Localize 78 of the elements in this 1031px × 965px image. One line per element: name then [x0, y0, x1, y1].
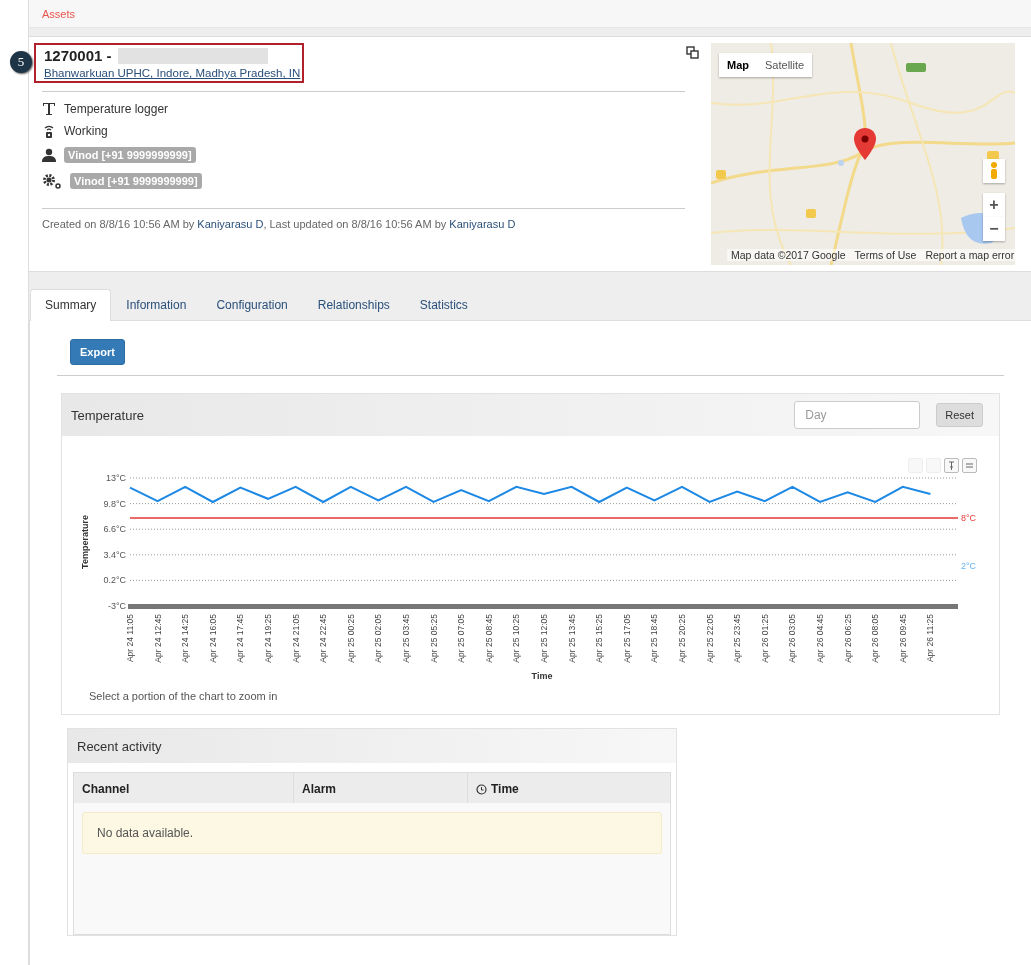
chart-hint: Select a portion of the chart to zoom in	[88, 690, 279, 704]
detail-text: Working	[64, 124, 108, 138]
map-link[interactable]: Report a map error	[925, 249, 1015, 261]
x-tick-label: Apr 26 09:45	[897, 614, 908, 663]
map-type-button[interactable]: Map	[719, 53, 757, 77]
street-view-icon[interactable]	[983, 159, 1005, 183]
gears-icon	[42, 173, 62, 189]
panel-title: Recent activity	[77, 738, 163, 754]
x-tick-label: Apr 26 01:25	[759, 614, 770, 663]
contact-badge: Vinod [+91 9999999999]	[70, 173, 202, 189]
audit-text: Created on 8/8/16 10:56 AM by Kaniyarasu D, Last updated on 8/8/16 10:56 AM by Kaniyarasu D	[41, 218, 517, 230]
contact-badge: Vinod [+91 9999999999]	[64, 147, 196, 163]
map-pin-icon	[854, 128, 876, 160]
x-tick-label: Apr 24 11:05	[125, 614, 135, 663]
reset-button[interactable]: Reset	[936, 403, 983, 427]
tab[interactable]: Relationships	[302, 289, 405, 321]
x-tick-label: Apr 24 16:05	[207, 614, 218, 663]
map-attribution: Map data ©2017 Google	[731, 249, 846, 261]
x-tick-label: Apr 25 17:05	[621, 614, 632, 663]
axis-title: Temperature	[80, 515, 90, 569]
tab[interactable]: Statistics	[404, 289, 483, 321]
threshold-label: 8°C	[961, 513, 977, 523]
x-tick-label: Apr 25 08:45	[483, 614, 494, 663]
export-button[interactable]: Export	[70, 339, 125, 365]
x-tick-label: Apr 25 00:25	[345, 614, 356, 663]
x-tick-label: Apr 26 08:05	[870, 614, 881, 663]
x-tick-label: Apr 24 22:45	[318, 614, 329, 663]
x-tick-label: Apr 24 17:45	[235, 614, 246, 663]
x-tick-label: Apr 25 02:05	[373, 614, 384, 663]
panel-title: Temperature	[71, 407, 145, 423]
tab[interactable]: Information	[111, 289, 202, 321]
x-tick-label: Apr 26 04:45	[815, 614, 825, 663]
x-tick-label: Apr 24 12:45	[152, 614, 163, 663]
asset-title: 1270001 -	[44, 47, 112, 64]
x-tick-label: Apr 25 15:25	[594, 614, 605, 663]
y-tick-label: 9.8°C	[103, 498, 126, 509]
tab[interactable]: Configuration	[201, 289, 303, 321]
x-tick-label: Apr 25 20:25	[677, 614, 687, 663]
y-tick-label: 3.4°C	[103, 549, 126, 560]
text-type-icon	[42, 102, 56, 116]
threshold-label: 2°C	[961, 561, 977, 571]
x-tick-label: Apr 25 22:05	[704, 614, 715, 663]
x-tick-label: Apr 25 03:45	[401, 614, 411, 663]
zoom-out-button[interactable]: −	[983, 217, 1005, 241]
x-tick-label: Apr 25 18:45	[649, 614, 660, 663]
zoom-in-button[interactable]: +	[983, 193, 1005, 217]
empty-message: No data available.	[82, 812, 662, 854]
signal-device-icon	[42, 123, 56, 139]
y-tick-label: -3°C	[107, 601, 126, 611]
location-link[interactable]: Bhanwarkuan UPHC, Indore, Madhya Pradesh, IN	[44, 67, 298, 79]
x-tick-label: Apr 26 03:05	[787, 614, 798, 663]
tab[interactable]: Summary	[30, 289, 112, 321]
y-tick-label: 13°C	[105, 473, 126, 483]
user-icon	[42, 148, 56, 162]
x-tick-label: Apr 24 14:25	[180, 614, 191, 663]
map-type-button[interactable]: Satellite	[757, 53, 813, 77]
column-label: Time	[491, 782, 519, 796]
copy-icon[interactable]	[686, 46, 699, 59]
column-label: Alarm	[302, 782, 336, 796]
pin-icon[interactable]	[944, 458, 959, 473]
x-tick-label: Apr 25 12:05	[539, 614, 549, 663]
axis-title: Time	[531, 671, 553, 681]
x-tick-label: Apr 26 11:25	[925, 614, 936, 663]
x-tick-label: Apr 25 23:45	[732, 614, 743, 663]
detail-text: Temperature logger	[64, 102, 169, 116]
map-link[interactable]: Terms of Use	[854, 249, 917, 261]
x-tick-label: Apr 25 05:25	[428, 614, 439, 663]
x-tick-label: Apr 24 21:05	[290, 614, 301, 663]
x-tick-label: Apr 26 06:25	[842, 614, 853, 663]
user-link[interactable]: Kaniyarasu D	[449, 218, 516, 230]
x-tick-label: Apr 25 07:05	[456, 614, 467, 663]
column-label: Channel	[82, 782, 130, 796]
day-field[interactable]: Day	[794, 401, 921, 429]
y-tick-label: 0.2°C	[103, 575, 126, 586]
x-tick-label: Apr 25 13:45	[566, 614, 577, 663]
x-tick-label: Apr 25 10:25	[511, 614, 522, 663]
y-tick-label: 6.6°C	[103, 524, 126, 535]
x-tick-label: Apr 24 19:25	[263, 614, 273, 663]
